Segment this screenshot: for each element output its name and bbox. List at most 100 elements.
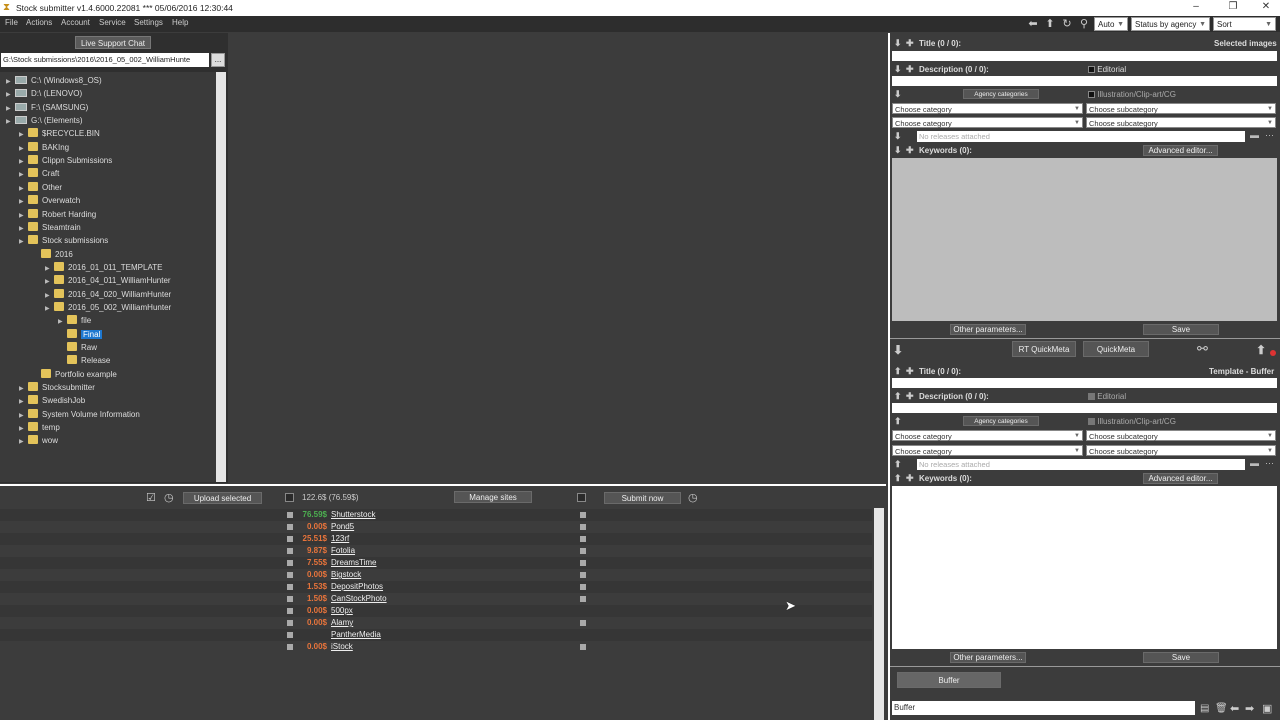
chevron-right-icon[interactable]: ▶ [19,436,28,449]
site-link[interactable]: 500px [331,606,353,615]
tree-node[interactable]: Release [58,354,110,367]
site-row[interactable]: 0.00$ Pond5 [0,521,872,533]
site-row[interactable]: 0.00$ 500px [0,605,872,617]
restore-button[interactable]: ❐ [1223,1,1243,12]
checklist-icon[interactable]: ☑ [146,491,156,504]
site-link[interactable]: PantherMedia [331,630,381,639]
site-link[interactable]: DepositPhotos [331,582,383,591]
buffer-button[interactable]: Buffer [897,672,1001,688]
link-icon[interactable]: ⚯ [1197,341,1208,357]
description-input[interactable] [892,76,1277,86]
tree-node[interactable]: ▶ Other [19,181,62,194]
sites-scrollbar[interactable] [874,508,884,720]
site-row[interactable]: 76.59$ Shutterstock [0,509,872,521]
subcategory-select-1[interactable]: Choose subcategory ▼ [1086,103,1276,114]
tree-node[interactable]: ▶ file [58,314,91,327]
arrow-up-icon[interactable]: ⬆ [894,473,902,484]
menu-account[interactable]: Account [61,18,90,27]
other-parameters-button[interactable]: Other parameters... [950,324,1026,335]
tree-node[interactable]: ▶ wow [19,434,58,447]
tree-node[interactable]: Portfolio example [32,368,117,381]
tree-node[interactable]: ▶ System Volume Information [19,408,140,421]
submit-checkbox[interactable] [580,596,586,602]
editorial-checkbox[interactable]: Editorial [1088,65,1126,74]
site-link[interactable]: Fotolia [331,546,355,555]
title-input[interactable] [892,51,1277,61]
site-link[interactable]: 123rf [331,534,349,543]
path-input[interactable]: G:\Stock submissions\2016\2016_05_002_Wi… [1,53,209,67]
site-row[interactable]: 0.00$ Bigstock [0,569,872,581]
tree-node[interactable]: ▶ 2016_04_020_WilliamHunter [45,288,171,301]
plus-icon[interactable]: ✚ [906,38,914,49]
tree-node[interactable]: ▶ 2016_05_002_WilliamHunter [45,301,171,314]
tree-scrollbar[interactable] [216,72,226,482]
agency-categories-button[interactable]: Agency categories [963,89,1039,99]
minus-icon[interactable]: ▬ [1250,130,1259,140]
site-row[interactable]: 9.87$ Fotolia [0,545,872,557]
template-subcategory-select-2[interactable]: Choose subcategory ▼ [1086,445,1276,456]
minimize-button[interactable]: – [1186,1,1206,12]
arrow-right-icon[interactable]: ➡ [1245,702,1254,715]
tree-node[interactable]: ▶ Craft [19,167,59,180]
tree-node[interactable]: ▶ Robert Harding [19,208,96,221]
arrow-up-icon[interactable]: ⬆ [894,459,902,470]
arrow-up-icon[interactable]: ⬆ [1256,343,1266,357]
chevron-right-icon[interactable]: ▶ [6,116,15,129]
schedule-icon[interactable]: ◷ [688,491,698,504]
submit-checkbox[interactable] [580,536,586,542]
tree-node[interactable]: ▶ F:\ (SAMSUNG) [6,101,88,114]
sort-select[interactable]: Sort ▼ [1213,17,1276,31]
template-other-parameters-button[interactable]: Other parameters... [950,652,1026,663]
more-icon[interactable]: ⋯ [1265,458,1274,469]
menu-settings[interactable]: Settings [134,18,163,27]
plus-icon[interactable]: ✚ [906,391,914,402]
quickmeta-button[interactable]: QuickMeta [1083,341,1149,357]
site-row[interactable]: 1.53$ DepositPhotos [0,581,872,593]
category-select-1[interactable]: Choose category ▼ [892,103,1083,114]
arrow-down-icon[interactable]: ⬇ [894,131,902,142]
arrow-up-icon[interactable]: ⬆ [894,366,902,377]
template-subcategory-select-1[interactable]: Choose subcategory ▼ [1086,430,1276,441]
plus-icon[interactable]: ✚ [906,145,914,156]
template-agency-categories-button[interactable]: Agency categories [963,416,1039,426]
menu-help[interactable]: Help [172,18,188,27]
select-all-checkbox[interactable] [285,493,294,502]
site-row[interactable]: 25.51$ 123rf [0,533,872,545]
chevron-right-icon[interactable]: ▶ [45,303,54,316]
category-select-2[interactable]: Choose category ▼ [892,117,1083,128]
tree-node[interactable]: ▶ temp [19,421,60,434]
site-link[interactable]: Shutterstock [331,510,375,519]
template-keywords-area[interactable] [892,486,1277,649]
submit-all-checkbox[interactable] [577,493,586,502]
arrow-down-icon[interactable]: ⬇ [894,38,902,49]
arrow-up-icon[interactable]: ⬆ [1043,18,1057,30]
browse-path-button[interactable]: ... [211,53,225,67]
site-row[interactable]: 7.55$ DreamsTime [0,557,872,569]
arrow-down-icon[interactable]: ⬇ [894,145,902,156]
template-save-button[interactable]: Save [1143,652,1219,663]
tree-node[interactable]: ▶ SwedishJob [19,394,85,407]
rt-quickmeta-button[interactable]: RT QuickMeta [1012,341,1076,357]
site-link[interactable]: DreamsTime [331,558,376,567]
tree-node[interactable]: ▶ Stocksubmitter [19,381,95,394]
arrow-down-icon[interactable]: ⬇ [894,89,902,100]
save-icon[interactable]: ▣ [1262,702,1272,715]
template-advanced-editor-button[interactable]: Advanced editor... [1143,473,1218,484]
status-select[interactable]: Status by agency ▼ [1131,17,1210,31]
template-editorial-checkbox[interactable]: Editorial [1088,392,1126,401]
search-icon[interactable]: ⚲ [1077,18,1091,30]
site-row[interactable]: 0.00$ Alamy [0,617,872,629]
template-illustration-checkbox[interactable]: Illustration/Clip-art/CG [1088,417,1176,426]
illustration-checkbox[interactable]: Illustration/Clip-art/CG [1088,90,1176,99]
tree-node[interactable]: ▶ D:\ (LENOVO) [6,87,82,100]
arrow-left-icon[interactable]: ⬅ [1230,702,1239,715]
subcategory-select-2[interactable]: Choose subcategory ▼ [1086,117,1276,128]
site-link[interactable]: Pond5 [331,522,354,531]
submit-checkbox[interactable] [580,620,586,626]
arrow-left-icon[interactable]: ⬅ [1026,18,1040,30]
trash-icon[interactable]: 🗑 [1215,703,1228,714]
live-support-chat-button[interactable]: Live Support Chat [75,36,151,49]
releases-field[interactable]: No releases attached [917,131,1245,142]
menu-service[interactable]: Service [99,18,126,27]
arrow-down-icon[interactable]: ⬇ [893,343,903,357]
